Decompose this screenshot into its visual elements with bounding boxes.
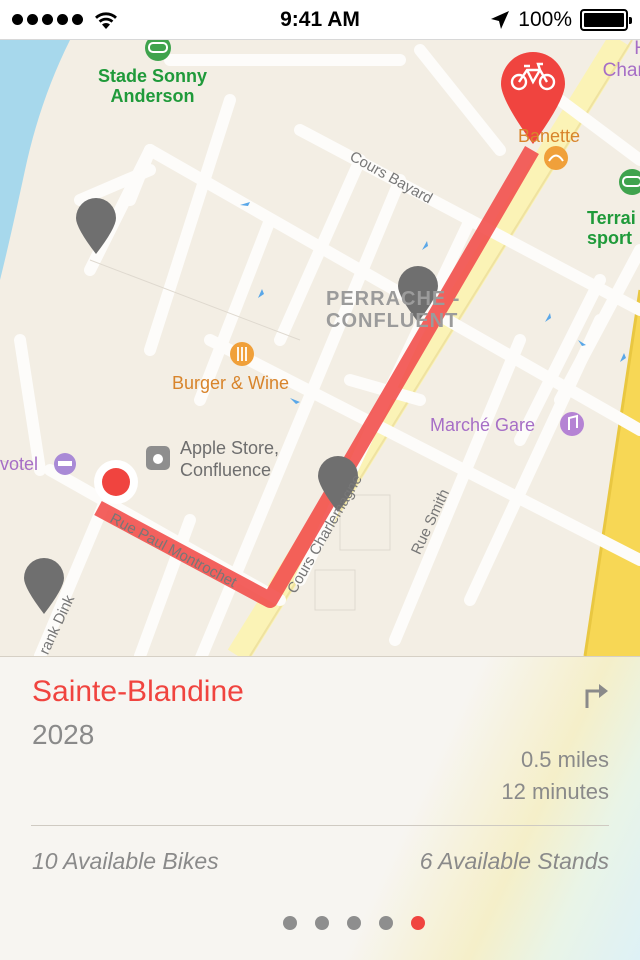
- directions-arrow-icon[interactable]: [584, 681, 610, 709]
- hotel-label[interactable]: votel: [0, 454, 38, 475]
- river-water: [0, 40, 70, 280]
- terrain-label[interactable]: Terrai sport: [587, 208, 636, 248]
- page-dot-3[interactable]: [347, 916, 361, 930]
- location-arrow-icon: [491, 10, 510, 29]
- restaurant-label[interactable]: Burger & Wine: [172, 373, 289, 394]
- page-dot-5-active[interactable]: [411, 916, 425, 930]
- page-dot-4[interactable]: [379, 916, 393, 930]
- battery-icon: [580, 8, 632, 31]
- available-stands: 6 Available Stands: [419, 848, 609, 874]
- restaurant-icon: [230, 342, 254, 366]
- terrain-icon: [619, 169, 640, 195]
- origin-marker: [94, 460, 138, 504]
- market-label[interactable]: Marché Gare: [430, 415, 535, 436]
- apple-store-icon: [146, 446, 170, 470]
- stadium-label[interactable]: Stade Sonny Anderson: [98, 66, 207, 106]
- card-divider: [31, 825, 609, 826]
- status-bar: 9:41 AM 100%: [0, 0, 640, 40]
- distance-text: 0.5 miles: [520, 747, 609, 772]
- map-view[interactable]: Stade Sonny Anderson H Charl Banette Ter…: [0, 40, 640, 656]
- page-control[interactable]: [0, 916, 640, 930]
- station-id: 2028: [32, 719, 95, 750]
- music-icon: [560, 412, 584, 436]
- page-dot-2[interactable]: [315, 916, 329, 930]
- battery-percent: 100%: [518, 7, 572, 31]
- available-bikes: 10 Available Bikes: [32, 848, 219, 874]
- signal-icon: [12, 14, 83, 25]
- station-name: Sainte-Blandine: [32, 675, 244, 708]
- duration-text: 12 minutes: [501, 779, 609, 804]
- apple-store-label[interactable]: Apple Store, Confluence: [180, 437, 279, 481]
- charl-label[interactable]: H Charl: [588, 40, 640, 82]
- station-card[interactable]: Sainte-Blandine 2028 0.5 miles 12 minute…: [0, 656, 640, 960]
- bakery-icon: [544, 146, 568, 170]
- hotel-icon: [54, 453, 76, 475]
- page-dot-1[interactable]: [283, 916, 297, 930]
- district-label: PERRACHE - CONFLUENT: [326, 288, 461, 332]
- pin-1: [76, 198, 116, 254]
- bakery-label[interactable]: Banette: [518, 126, 580, 147]
- wifi-icon: [95, 11, 117, 29]
